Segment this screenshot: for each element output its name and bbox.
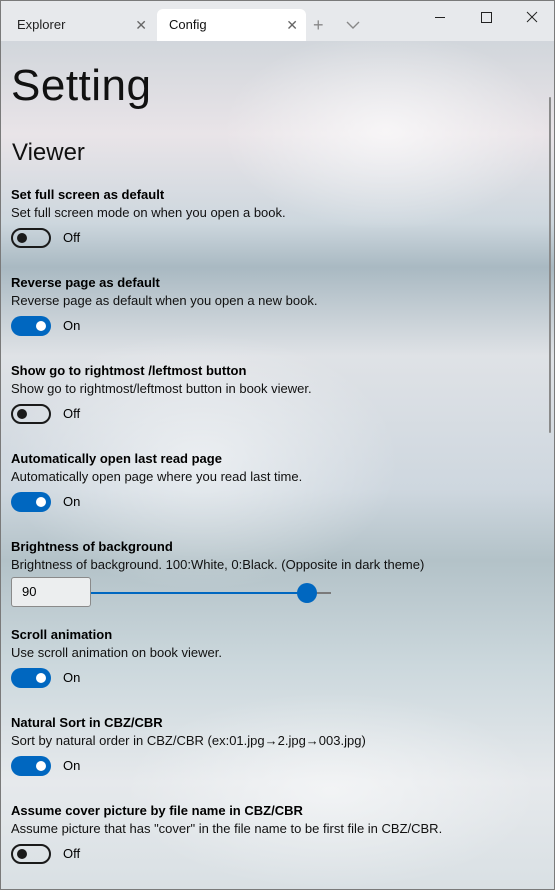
setting-description: Assume picture that has "cover" in the f…: [11, 821, 443, 836]
toggle-row: On: [11, 316, 541, 342]
section-title: Viewer: [12, 139, 85, 166]
toggle-row: Off: [11, 404, 541, 430]
setting-open-last-page: Automatically open last read page Automa…: [11, 450, 541, 518]
setting-title: Set full screen as default: [11, 187, 165, 202]
setting-title: Automatically open last read page: [11, 451, 222, 466]
toggle-knob: [36, 673, 46, 683]
toggle-state-label: On: [63, 670, 81, 685]
setting-title: Assume cover picture by file name in CBZ…: [11, 803, 303, 818]
brightness-value-input[interactable]: 90: [11, 577, 91, 607]
toggle-state-label: On: [63, 318, 81, 333]
toggle-state-label: On: [63, 758, 81, 773]
toggle-row: Off: [11, 844, 541, 870]
setting-natural-sort: Natural Sort in CBZ/CBR Sort by natural …: [11, 714, 541, 782]
setting-background-brightness: Brightness of background Brightness of b…: [11, 538, 541, 609]
toggle-row: Off: [11, 228, 541, 254]
setting-description: Show go to rightmost/leftmost button in …: [11, 381, 312, 396]
setting-description: Reverse page as default when you open a …: [11, 293, 318, 308]
setting-description: Automatically open page where you read l…: [11, 469, 303, 484]
toggle-knob: [17, 233, 27, 243]
minimize-icon[interactable]: [417, 1, 463, 33]
toggle-knob: [17, 409, 27, 419]
setting-description: Brightness of background. 100:White, 0:B…: [11, 557, 425, 572]
setting-description: Use scroll animation on book viewer.: [11, 645, 222, 660]
setting-title: Natural Sort in CBZ/CBR: [11, 715, 163, 730]
page-title: Setting: [11, 61, 152, 110]
tab-config[interactable]: Config ✕: [157, 9, 306, 41]
setting-description: Set full screen mode on when you open a …: [11, 205, 286, 220]
toggle-row: On: [11, 668, 541, 694]
scroll-animation-toggle[interactable]: [11, 668, 51, 688]
setting-title: Show go to rightmost /leftmost button: [11, 363, 247, 378]
close-icon[interactable]: [509, 1, 555, 33]
toggle-row: On: [11, 756, 541, 782]
title-bar: Explorer ✕ Config ✕ +: [1, 1, 554, 41]
natural-sort-toggle[interactable]: [11, 756, 51, 776]
close-icon[interactable]: ✕: [286, 9, 298, 41]
tab-label: Explorer: [17, 17, 66, 32]
full-screen-toggle[interactable]: [11, 228, 51, 248]
setting-description: Sort by natural order in CBZ/CBR (ex:01.…: [11, 733, 366, 748]
brightness-slider-thumb[interactable]: [297, 583, 317, 603]
maximize-icon[interactable]: [463, 1, 509, 33]
toggle-state-label: On: [63, 494, 81, 509]
add-tab-icon[interactable]: +: [313, 15, 324, 35]
toggle-state-label: Off: [63, 230, 81, 245]
setting-cover-picture: Assume cover picture by file name in CBZ…: [11, 802, 541, 870]
setting-title: Reverse page as default: [11, 275, 160, 290]
setting-full-screen: Set full screen as default Set full scre…: [11, 186, 541, 254]
app-window: Explorer ✕ Config ✕ + Setting Viewer Set…: [0, 0, 555, 890]
setting-reverse-page: Reverse page as default Reverse page as …: [11, 274, 541, 342]
setting-rightmost-leftmost-button: Show go to rightmost /leftmost button Sh…: [11, 362, 541, 430]
settings-page: Setting Viewer Set full screen as defaul…: [1, 41, 551, 889]
rightmost-leftmost-toggle[interactable]: [11, 404, 51, 424]
tab-label: Config: [169, 17, 207, 32]
toggle-state-label: Off: [63, 846, 81, 861]
cover-picture-toggle[interactable]: [11, 844, 51, 864]
toggle-knob: [36, 761, 46, 771]
toggle-knob: [36, 497, 46, 507]
setting-scroll-animation: Scroll animation Use scroll animation on…: [11, 626, 541, 694]
brightness-slider-row: 90: [11, 577, 541, 609]
brightness-slider-fill: [91, 592, 307, 594]
tab-explorer[interactable]: Explorer ✕: [5, 9, 155, 41]
brightness-slider-track[interactable]: [91, 583, 331, 603]
chevron-down-icon[interactable]: [343, 15, 363, 35]
toggle-knob: [17, 849, 27, 859]
reverse-page-toggle[interactable]: [11, 316, 51, 336]
open-last-page-toggle[interactable]: [11, 492, 51, 512]
toggle-state-label: Off: [63, 406, 81, 421]
close-icon[interactable]: ✕: [135, 9, 147, 41]
setting-title: Scroll animation: [11, 627, 113, 642]
toggle-row: On: [11, 492, 541, 518]
vertical-scrollbar[interactable]: [549, 97, 551, 433]
toggle-knob: [36, 321, 46, 331]
setting-title: Brightness of background: [11, 539, 173, 554]
